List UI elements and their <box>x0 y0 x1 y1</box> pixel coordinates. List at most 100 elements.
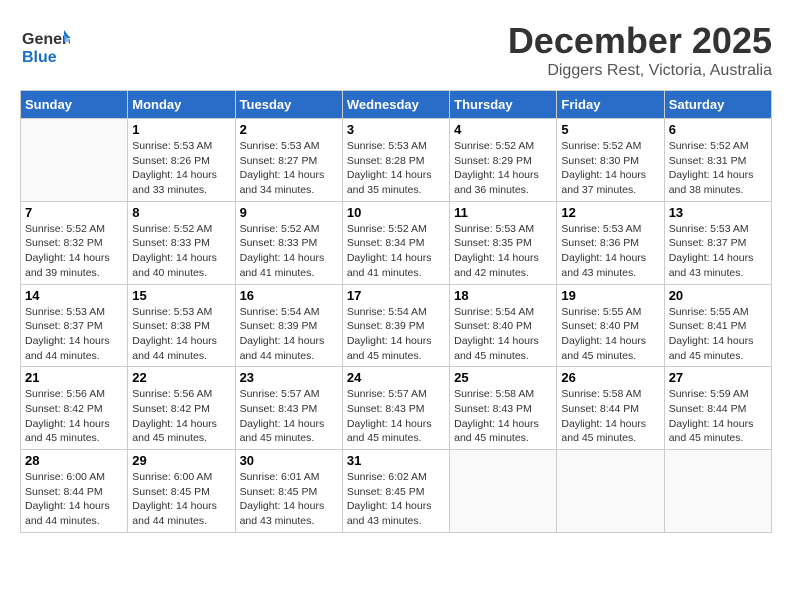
calendar-cell: 5Sunrise: 5:52 AM Sunset: 8:30 PM Daylig… <box>557 119 664 202</box>
day-number: 31 <box>347 453 445 468</box>
day-info: Sunrise: 5:53 AM Sunset: 8:27 PM Dayligh… <box>240 139 338 198</box>
day-info: Sunrise: 6:01 AM Sunset: 8:45 PM Dayligh… <box>240 470 338 529</box>
day-number: 25 <box>454 370 552 385</box>
day-number: 7 <box>25 205 123 220</box>
calendar-cell: 29 Sunrise: 6:00 AM Sunset: 8:45 PM Dayli… <box>128 450 235 533</box>
day-info: Sunrise: 6:02 AM Sunset: 8:45 PM Dayligh… <box>347 470 445 529</box>
day-number: 24 <box>347 370 445 385</box>
day-number: 19 <box>561 288 659 303</box>
day-number: 28 <box>25 453 123 468</box>
day-number: 17 <box>347 288 445 303</box>
day-info: Sunrise: 5:52 AM Sunset: 8:33 PM Dayligh… <box>240 222 338 281</box>
calendar-cell: 27Sunrise: 5:59 AM Sunset: 8:44 PM Dayli… <box>664 367 771 450</box>
calendar-cell: 14 Sunrise: 5:53 AM Sunset: 8:37 PM Dayli… <box>21 284 128 367</box>
day-info: Sunrise: 6:00 AM Sunset: 8:44 PM Dayligh… <box>25 470 123 529</box>
weekday-header-thursday: Thursday <box>450 91 557 119</box>
day-number: 18 <box>454 288 552 303</box>
calendar-cell: 11Sunrise: 5:53 AM Sunset: 8:35 PM Dayli… <box>450 201 557 284</box>
day-info: Sunrise: 5:56 AM Sunset: 8:42 PM Dayligh… <box>132 387 230 446</box>
day-info: Sunrise: 5:53 AM Sunset: 8:37 PM Dayligh… <box>669 222 767 281</box>
day-info: Sunrise: 5:53 AM Sunset: 8:35 PM Dayligh… <box>454 222 552 281</box>
calendar-cell <box>664 450 771 533</box>
calendar-cell: 2 Sunrise: 5:53 AM Sunset: 8:27 PM Daylig… <box>235 119 342 202</box>
calendar-cell: 26Sunrise: 5:58 AM Sunset: 8:44 PM Dayli… <box>557 367 664 450</box>
day-info: Sunrise: 5:54 AM Sunset: 8:39 PM Dayligh… <box>347 305 445 364</box>
day-number: 6 <box>669 122 767 137</box>
weekday-header-sunday: Sunday <box>21 91 128 119</box>
day-info: Sunrise: 5:55 AM Sunset: 8:41 PM Dayligh… <box>669 305 767 364</box>
day-info: Sunrise: 5:54 AM Sunset: 8:40 PM Dayligh… <box>454 305 552 364</box>
calendar-cell: 1 Sunrise: 5:53 AM Sunset: 8:26 PM Daylig… <box>128 119 235 202</box>
day-info: Sunrise: 5:52 AM Sunset: 8:29 PM Dayligh… <box>454 139 552 198</box>
day-info: Sunrise: 5:56 AM Sunset: 8:42 PM Dayligh… <box>25 387 123 446</box>
calendar-cell: 3 Sunrise: 5:53 AM Sunset: 8:28 PM Daylig… <box>342 119 449 202</box>
svg-text:General: General <box>22 31 70 48</box>
calendar-cell: 15 Sunrise: 5:53 AM Sunset: 8:38 PM Dayli… <box>128 284 235 367</box>
weekday-header-row: SundayMondayTuesdayWednesdayThursdayFrid… <box>21 91 772 119</box>
day-info: Sunrise: 5:52 AM Sunset: 8:32 PM Dayligh… <box>25 222 123 281</box>
day-number: 14 <box>25 288 123 303</box>
day-info: Sunrise: 5:52 AM Sunset: 8:30 PM Dayligh… <box>561 139 659 198</box>
calendar-week-row: 21Sunrise: 5:56 AM Sunset: 8:42 PM Dayli… <box>21 367 772 450</box>
day-info: Sunrise: 5:53 AM Sunset: 8:28 PM Dayligh… <box>347 139 445 198</box>
day-info: Sunrise: 5:55 AM Sunset: 8:40 PM Dayligh… <box>561 305 659 364</box>
calendar-table: SundayMondayTuesdayWednesdayThursdayFrid… <box>20 90 772 533</box>
calendar-cell: 21Sunrise: 5:56 AM Sunset: 8:42 PM Dayli… <box>21 367 128 450</box>
calendar-cell: 22Sunrise: 5:56 AM Sunset: 8:42 PM Dayli… <box>128 367 235 450</box>
calendar-cell: 4 Sunrise: 5:52 AM Sunset: 8:29 PM Daylig… <box>450 119 557 202</box>
weekday-header-saturday: Saturday <box>664 91 771 119</box>
day-info: Sunrise: 5:53 AM Sunset: 8:26 PM Dayligh… <box>132 139 230 198</box>
day-info: Sunrise: 5:53 AM Sunset: 8:36 PM Dayligh… <box>561 222 659 281</box>
calendar-cell: 17 Sunrise: 5:54 AM Sunset: 8:39 PM Dayli… <box>342 284 449 367</box>
day-number: 29 <box>132 453 230 468</box>
calendar-cell: 9 Sunrise: 5:52 AM Sunset: 8:33 PM Daylig… <box>235 201 342 284</box>
day-number: 13 <box>669 205 767 220</box>
logo-icon: General Blue <box>20 20 70 70</box>
weekday-header-tuesday: Tuesday <box>235 91 342 119</box>
day-number: 4 <box>454 122 552 137</box>
day-number: 12 <box>561 205 659 220</box>
day-number: 10 <box>347 205 445 220</box>
day-number: 9 <box>240 205 338 220</box>
day-info: Sunrise: 5:57 AM Sunset: 8:43 PM Dayligh… <box>347 387 445 446</box>
day-number: 23 <box>240 370 338 385</box>
calendar-cell <box>450 450 557 533</box>
calendar-cell: 12 Sunrise: 5:53 AM Sunset: 8:36 PM Dayli… <box>557 201 664 284</box>
calendar-cell: 19 Sunrise: 5:55 AM Sunset: 8:40 PM Dayli… <box>557 284 664 367</box>
calendar-cell: 23 Sunrise: 5:57 AM Sunset: 8:43 PM Dayli… <box>235 367 342 450</box>
weekday-header-monday: Monday <box>128 91 235 119</box>
calendar-cell: 30Sunrise: 6:01 AM Sunset: 8:45 PM Dayli… <box>235 450 342 533</box>
day-number: 3 <box>347 122 445 137</box>
calendar-cell: 8Sunrise: 5:52 AM Sunset: 8:33 PM Daylig… <box>128 201 235 284</box>
page-header: General Blue December 2025 Diggers Rest,… <box>20 20 772 80</box>
calendar-week-row: 28 Sunrise: 6:00 AM Sunset: 8:44 PM Dayli… <box>21 450 772 533</box>
day-number: 16 <box>240 288 338 303</box>
day-info: Sunrise: 5:58 AM Sunset: 8:43 PM Dayligh… <box>454 387 552 446</box>
calendar-week-row: 14 Sunrise: 5:53 AM Sunset: 8:37 PM Dayli… <box>21 284 772 367</box>
calendar-week-row: 7 Sunrise: 5:52 AM Sunset: 8:32 PM Daylig… <box>21 201 772 284</box>
day-number: 2 <box>240 122 338 137</box>
day-number: 15 <box>132 288 230 303</box>
calendar-cell: 25 Sunrise: 5:58 AM Sunset: 8:43 PM Dayli… <box>450 367 557 450</box>
day-info: Sunrise: 6:00 AM Sunset: 8:45 PM Dayligh… <box>132 470 230 529</box>
day-info: Sunrise: 5:53 AM Sunset: 8:38 PM Dayligh… <box>132 305 230 364</box>
month-title: December 2025 <box>508 20 772 62</box>
day-info: Sunrise: 5:57 AM Sunset: 8:43 PM Dayligh… <box>240 387 338 446</box>
day-info: Sunrise: 5:52 AM Sunset: 8:31 PM Dayligh… <box>669 139 767 198</box>
calendar-week-row: 1 Sunrise: 5:53 AM Sunset: 8:26 PM Daylig… <box>21 119 772 202</box>
logo: General Blue <box>20 20 74 70</box>
day-info: Sunrise: 5:53 AM Sunset: 8:37 PM Dayligh… <box>25 305 123 364</box>
location-title: Diggers Rest, Victoria, Australia <box>508 62 772 80</box>
day-number: 26 <box>561 370 659 385</box>
calendar-cell <box>21 119 128 202</box>
calendar-cell: 7 Sunrise: 5:52 AM Sunset: 8:32 PM Daylig… <box>21 201 128 284</box>
day-info: Sunrise: 5:54 AM Sunset: 8:39 PM Dayligh… <box>240 305 338 364</box>
svg-text:Blue: Blue <box>22 49 57 66</box>
day-number: 20 <box>669 288 767 303</box>
title-area: December 2025 Diggers Rest, Victoria, Au… <box>508 20 772 80</box>
day-number: 27 <box>669 370 767 385</box>
calendar-cell <box>557 450 664 533</box>
calendar-cell: 28 Sunrise: 6:00 AM Sunset: 8:44 PM Dayli… <box>21 450 128 533</box>
calendar-cell: 10Sunrise: 5:52 AM Sunset: 8:34 PM Dayli… <box>342 201 449 284</box>
day-number: 1 <box>132 122 230 137</box>
